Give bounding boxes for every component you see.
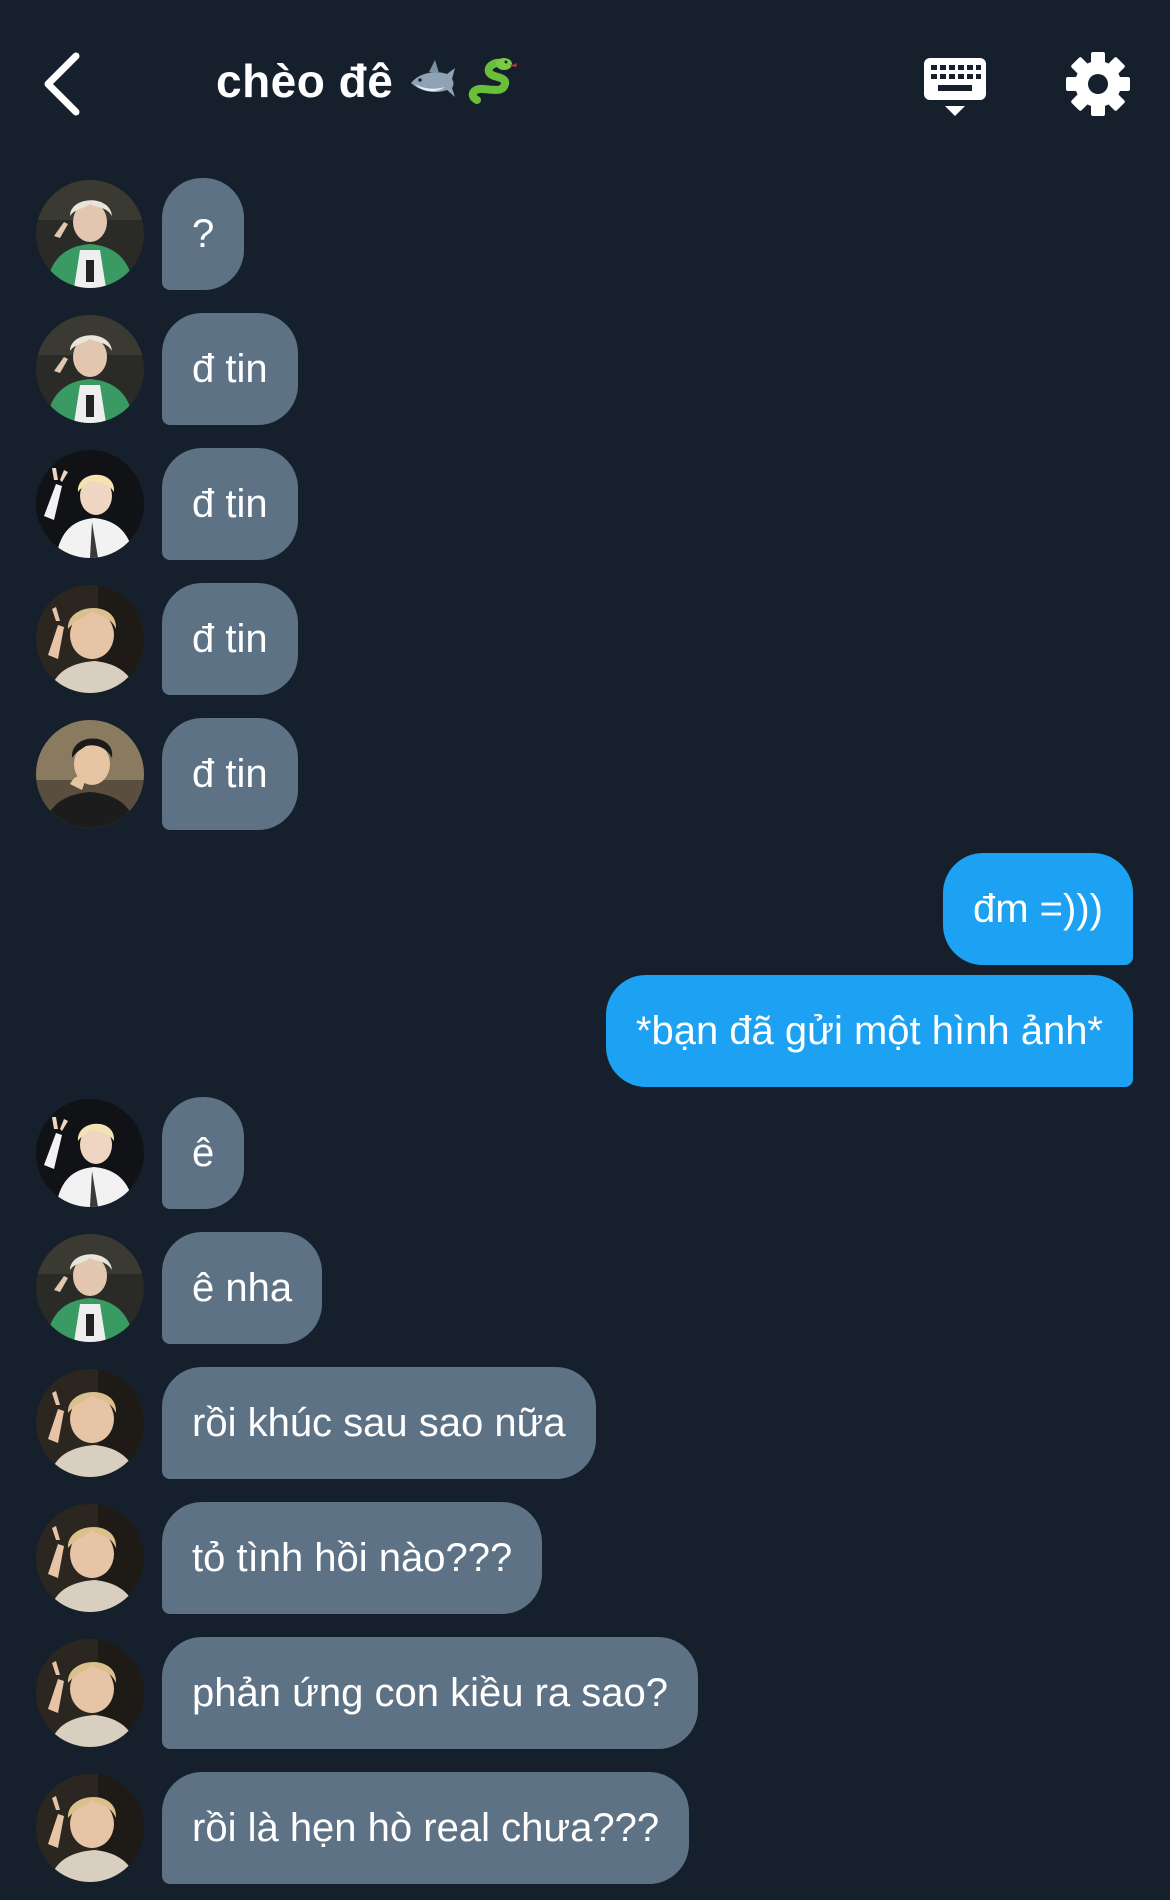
message-bubble-incoming[interactable]: tỏ tình hồi nào???	[162, 1502, 543, 1614]
avatar[interactable]	[36, 180, 144, 288]
avatar[interactable]	[36, 1774, 144, 1882]
message-bubble-incoming[interactable]: rồi là hẹn hò real chưa???	[162, 1772, 690, 1884]
message-row: ê nha	[0, 1232, 1170, 1344]
keyboard-icon	[924, 58, 986, 116]
message-bubble-incoming[interactable]: đ tin	[162, 313, 298, 425]
message-row: đ tin	[0, 313, 1170, 425]
message-row: *bạn đã gửi một hình ảnh*	[0, 975, 1170, 1087]
avatar[interactable]	[36, 1504, 144, 1612]
avatar[interactable]	[36, 1639, 144, 1747]
message-bubble-incoming[interactable]: đ tin	[162, 718, 298, 830]
shark-icon	[411, 60, 456, 97]
message-row: tỏ tình hồi nào???	[0, 1502, 1170, 1614]
message-bubble-incoming[interactable]: ?	[162, 178, 245, 290]
message-row: rồi khúc sau sao nữa	[0, 1367, 1170, 1479]
message-bubble-incoming[interactable]: rồi khúc sau sao nữa	[162, 1367, 596, 1479]
keyboard-button[interactable]	[920, 54, 990, 120]
message-bubble-incoming[interactable]: ê nha	[162, 1232, 323, 1344]
message-bubble-incoming[interactable]: phản ứng con kiều ra sao?	[162, 1637, 698, 1749]
message-row: đ tin	[0, 718, 1170, 830]
message-row: đm =)))	[0, 853, 1170, 965]
message-bubble-outgoing[interactable]: đm =)))	[943, 853, 1133, 965]
avatar[interactable]	[36, 1369, 144, 1477]
message-bubble-incoming[interactable]: đ tin	[162, 448, 298, 560]
conversation-title-text: chèo đê	[216, 55, 394, 107]
avatar[interactable]	[36, 1099, 144, 1207]
message-bubble-outgoing[interactable]: *bạn đã gửi một hình ảnh*	[605, 975, 1133, 1087]
message-row: đ tin	[0, 583, 1170, 695]
message-bubble-incoming[interactable]: ê	[162, 1097, 245, 1209]
message-row: rồi là hẹn hò real chưa???	[0, 1772, 1170, 1884]
avatar[interactable]	[36, 1234, 144, 1342]
message-row: đ tin	[0, 448, 1170, 560]
snake-icon	[469, 58, 518, 104]
avatar[interactable]	[36, 315, 144, 423]
back-button[interactable]	[36, 48, 96, 120]
settings-button[interactable]	[1064, 50, 1132, 118]
message-bubble-incoming[interactable]: đ tin	[162, 583, 298, 695]
conversation-title[interactable]: chèo đê	[216, 54, 518, 108]
chevron-left-icon	[44, 52, 80, 116]
avatar[interactable]	[36, 720, 144, 828]
chat-header: chèo đê	[0, 0, 1170, 170]
avatar[interactable]	[36, 585, 144, 693]
gear-icon	[1066, 52, 1130, 116]
message-row: phản ứng con kiều ra sao?	[0, 1637, 1170, 1749]
avatar[interactable]	[36, 450, 144, 558]
message-row: ?	[0, 178, 1170, 290]
message-row: ê	[0, 1097, 1170, 1209]
